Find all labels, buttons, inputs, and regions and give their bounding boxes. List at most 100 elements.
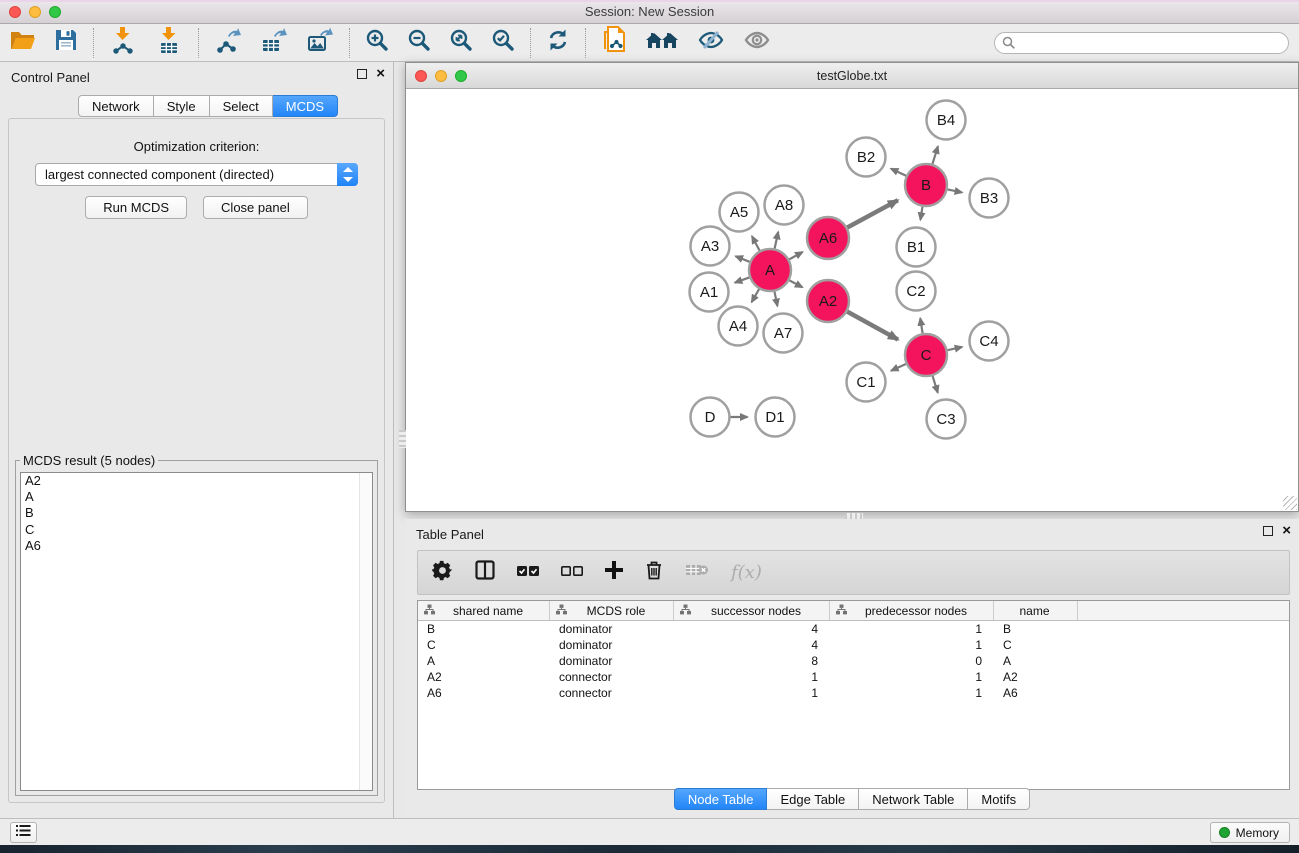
graph-node-B2[interactable]: B2 [847, 138, 886, 177]
table-cell[interactable]: 1 [830, 669, 994, 685]
graph-node-A1[interactable]: A1 [690, 273, 729, 312]
export-table-button[interactable] [251, 26, 297, 60]
tab-mcds[interactable]: MCDS [273, 95, 338, 117]
graph-edge-A6-B[interactable] [847, 200, 898, 227]
result-scrollbar[interactable] [359, 473, 372, 790]
graph-edge-B-B2[interactable] [891, 169, 906, 176]
graph-edge-A-A3[interactable] [736, 256, 750, 262]
mcds-result-item[interactable]: A2 [21, 473, 372, 489]
graph-edge-A-A7[interactable] [774, 292, 777, 307]
delete-table-button[interactable] [685, 562, 709, 583]
tab-motifs[interactable]: Motifs [968, 788, 1030, 810]
graph-edge-A-A5[interactable] [752, 236, 760, 250]
criterion-dropdown[interactable]: largest connected component (directed) [35, 163, 358, 186]
import-table-button[interactable] [146, 26, 192, 60]
table-cell[interactable]: A [994, 653, 1078, 669]
graph-edge-A-A2[interactable] [789, 280, 802, 287]
mcds-result-list[interactable]: A2ABCA6 [20, 472, 373, 791]
graph-edge-B-B3[interactable] [948, 189, 963, 192]
table-cell[interactable]: 1 [830, 685, 994, 701]
mcds-result-item[interactable]: A6 [21, 538, 372, 554]
table-cell[interactable]: 0 [830, 653, 994, 669]
table-cell[interactable]: dominator [550, 621, 674, 637]
table-cell[interactable]: A6 [994, 685, 1078, 701]
table-cell[interactable]: connector [550, 669, 674, 685]
graph-node-D1[interactable]: D1 [756, 398, 795, 437]
network-canvas[interactable]: B4B2BB3B1A6A5A8A3AA1A4A7A2C2C4CC1C3DD1 [406, 89, 1298, 511]
table-cell[interactable]: A6 [418, 685, 550, 701]
network-window-titlebar[interactable]: testGlobe.txt [406, 63, 1298, 89]
graph-edge-C-C4[interactable] [947, 347, 962, 350]
table-cell[interactable]: B [994, 621, 1078, 637]
tab-node-table[interactable]: Node Table [674, 788, 768, 810]
graph-node-C3[interactable]: C3 [927, 400, 966, 439]
mcds-result-item[interactable]: B [21, 505, 372, 521]
tab-network-table[interactable]: Network Table [859, 788, 968, 810]
save-session-button[interactable] [45, 26, 87, 60]
graph-edge-A-A8[interactable] [775, 232, 779, 249]
graph-node-A5[interactable]: A5 [720, 193, 759, 232]
graph-edge-C-C2[interactable] [920, 318, 922, 333]
graph-edge-A-A1[interactable] [735, 277, 749, 282]
tab-select[interactable]: Select [210, 95, 273, 117]
graph-edge-A-A4[interactable] [752, 289, 759, 302]
table-cell[interactable]: dominator [550, 637, 674, 653]
table-cell[interactable]: 4 [674, 637, 830, 653]
graph-node-B1[interactable]: B1 [897, 228, 936, 267]
table-cell[interactable]: 1 [830, 637, 994, 653]
graph-node-A8[interactable]: A8 [765, 186, 804, 225]
table-row[interactable]: Bdominator41B [418, 621, 1289, 637]
search-input[interactable] [994, 32, 1289, 54]
show-columns-button[interactable] [475, 560, 495, 585]
zoom-selected-button[interactable] [482, 26, 524, 60]
table-settings-button[interactable] [432, 560, 453, 586]
export-image-button[interactable] [297, 26, 343, 60]
table-cell[interactable]: B [418, 621, 550, 637]
table-cell[interactable]: A2 [418, 669, 550, 685]
column-header-name[interactable]: name [994, 601, 1078, 620]
window-resize-grip[interactable] [1283, 496, 1297, 510]
zoom-fit-button[interactable] [440, 26, 482, 60]
graph-edge-A2-C[interactable] [847, 312, 898, 340]
panel-divider-grip-vertical[interactable] [399, 430, 406, 448]
new-network-from-selection-button[interactable] [592, 26, 636, 60]
zoom-out-button[interactable] [398, 26, 440, 60]
graph-node-C[interactable]: C [905, 334, 947, 376]
graph-edge-C-C3[interactable] [933, 376, 938, 393]
graph-node-B4[interactable]: B4 [927, 101, 966, 140]
graph-node-B3[interactable]: B3 [970, 179, 1009, 218]
graph-node-A3[interactable]: A3 [691, 227, 730, 266]
open-session-button[interactable] [0, 26, 45, 60]
column-header-successor-nodes[interactable]: successor nodes [674, 601, 830, 620]
tab-network[interactable]: Network [78, 95, 154, 117]
table-cell[interactable]: A2 [994, 669, 1078, 685]
graph-node-A7[interactable]: A7 [764, 314, 803, 353]
graph-node-D[interactable]: D [691, 398, 730, 437]
memory-status-button[interactable]: Memory [1210, 822, 1290, 843]
hide-selected-button[interactable] [688, 26, 734, 60]
float-table-panel-icon[interactable] [1263, 526, 1273, 536]
graph-edge-C-C1[interactable] [891, 364, 906, 371]
graph-node-A6[interactable]: A6 [807, 217, 849, 259]
task-history-button[interactable] [10, 822, 37, 843]
export-network-button[interactable] [205, 26, 251, 60]
run-mcds-button[interactable]: Run MCDS [85, 196, 187, 219]
table-cell[interactable]: 8 [674, 653, 830, 669]
add-column-button[interactable] [605, 561, 623, 584]
close-table-panel-icon[interactable]: × [1282, 526, 1291, 536]
refresh-layout-button[interactable] [537, 26, 579, 60]
table-cell[interactable]: A [418, 653, 550, 669]
column-header-shared-name[interactable]: shared name [418, 601, 550, 620]
table-row[interactable]: A6connector11A6 [418, 685, 1289, 701]
graph-node-C1[interactable]: C1 [847, 363, 886, 402]
graph-edge-B-B1[interactable] [920, 207, 922, 220]
zoom-in-button[interactable] [356, 26, 398, 60]
table-cell[interactable]: 1 [674, 685, 830, 701]
table-cell[interactable]: C [994, 637, 1078, 653]
tab-edge-table[interactable]: Edge Table [767, 788, 859, 810]
delete-column-button[interactable] [645, 560, 663, 585]
table-cell[interactable]: 1 [674, 669, 830, 685]
column-header-mcds-role[interactable]: MCDS role [550, 601, 674, 620]
deselect-all-button[interactable] [561, 564, 583, 582]
graph-node-A4[interactable]: A4 [719, 307, 758, 346]
